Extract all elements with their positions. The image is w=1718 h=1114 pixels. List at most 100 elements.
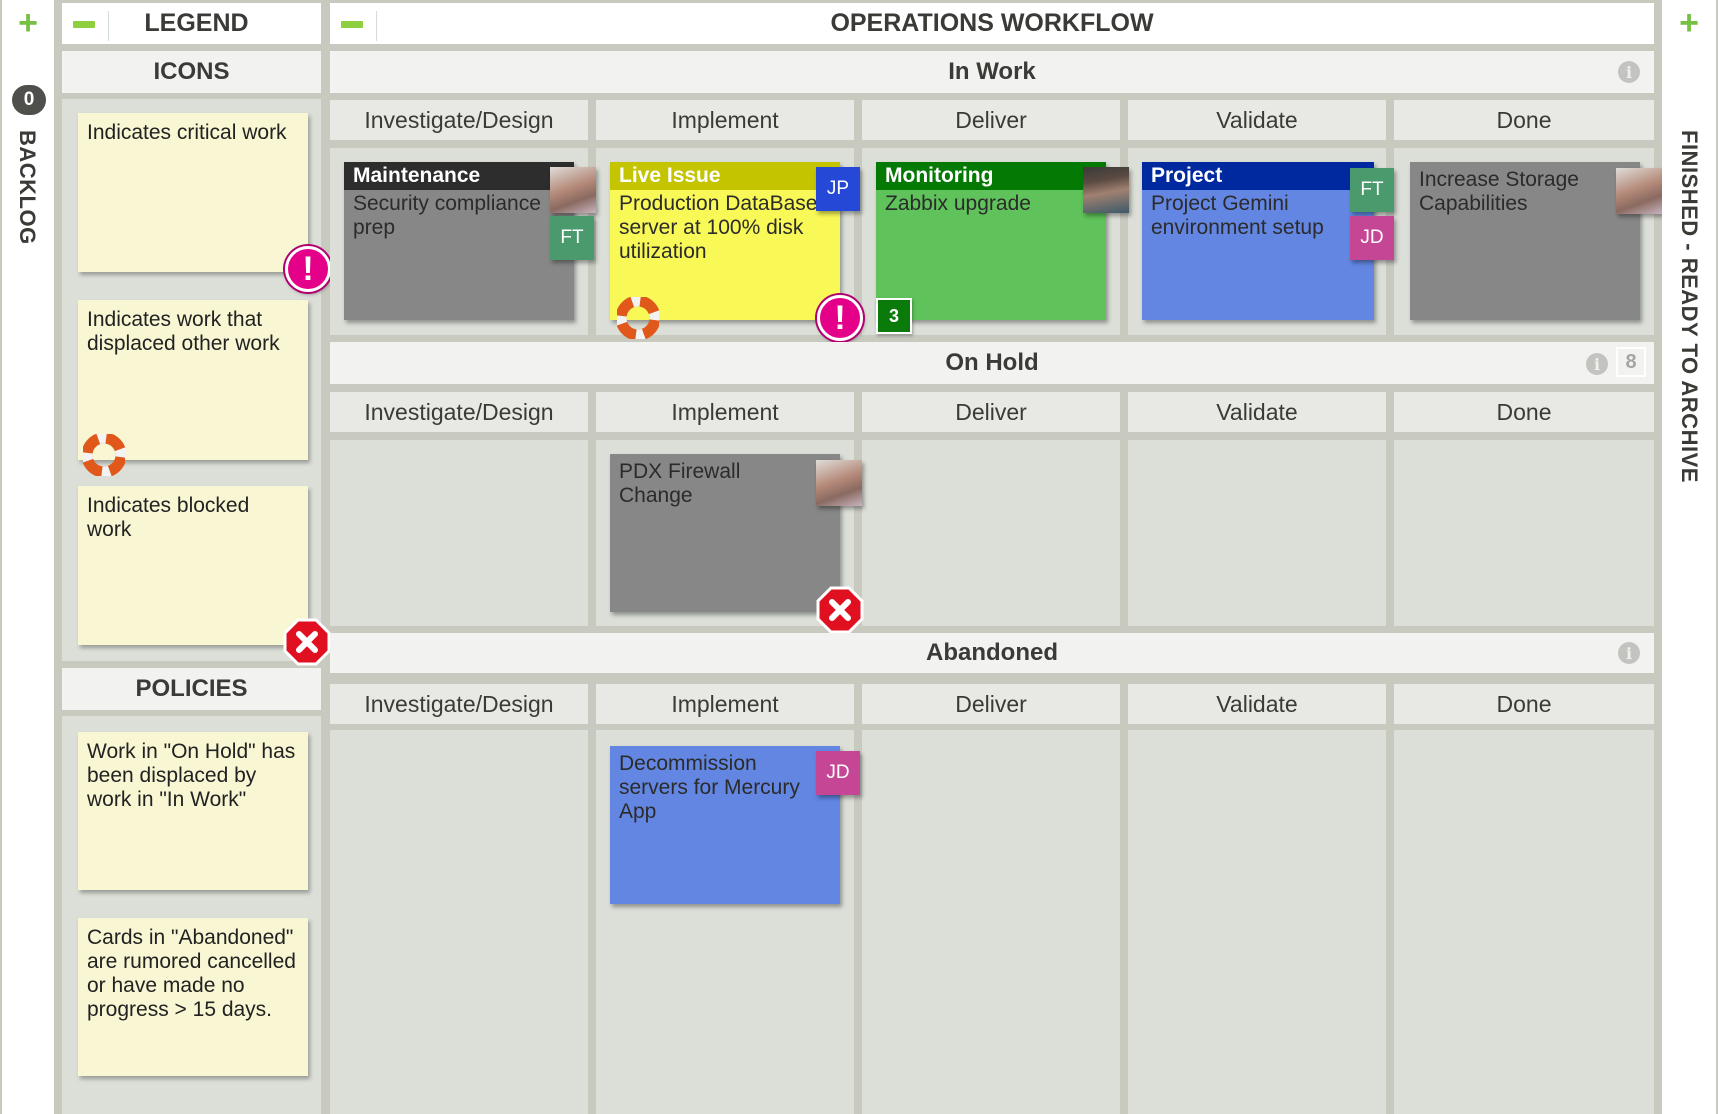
divider: [108, 11, 109, 41]
info-icon[interactable]: i: [1618, 61, 1640, 83]
card-increase-storage[interactable]: Increase Storage Capabilities: [1410, 162, 1640, 320]
column-title: Implement: [671, 690, 779, 717]
lane-header-in-work[interactable]: In Work i: [330, 51, 1654, 93]
column-title: Deliver: [955, 106, 1027, 133]
lane-header-on-hold[interactable]: On Hold i 8: [330, 342, 1654, 384]
column-header-investigate[interactable]: Investigate/Design: [330, 100, 588, 140]
policy-text: Cards in "Abandoned" are rumored cancell…: [87, 926, 296, 1021]
policy-note-on-hold[interactable]: Work in "On Hold" has been displaced by …: [78, 732, 308, 890]
assignee-badge-jd[interactable]: JD: [816, 751, 860, 795]
column-title: Done: [1496, 106, 1552, 133]
wip-limit-badge: 8: [1616, 347, 1646, 377]
column-title: Implement: [671, 106, 779, 133]
legend-note-text: Indicates blocked work: [87, 494, 250, 541]
cell-abandoned-done[interactable]: [1394, 730, 1654, 1114]
add-backlog-icon[interactable]: +: [2, 6, 54, 40]
legend-note-critical[interactable]: Indicates critical work: [78, 113, 308, 272]
column-header-investigate[interactable]: Investigate/Design: [330, 392, 588, 432]
card-title: Production DataBase server at 100% disk …: [619, 192, 818, 263]
card-monitoring[interactable]: Monitoring Zabbix upgrade: [876, 162, 1106, 320]
backlog-label: BACKLOG: [15, 130, 40, 245]
backlog-lane[interactable]: + 0 BACKLOG: [2, 0, 54, 1114]
column-title: Investigate/Design: [364, 106, 554, 133]
blocked-icon: [283, 618, 331, 666]
avatar[interactable]: [1083, 167, 1129, 213]
backlog-count-badge: 0: [12, 85, 46, 115]
column-header-implement[interactable]: Implement: [596, 100, 854, 140]
cell-onhold-investigate[interactable]: [330, 440, 588, 626]
info-icon[interactable]: i: [1618, 642, 1640, 664]
column-title: Deliver: [955, 690, 1027, 717]
add-finished-icon[interactable]: +: [1662, 6, 1716, 40]
column-header-deliver[interactable]: Deliver: [862, 684, 1120, 724]
column-header-validate[interactable]: Validate: [1128, 100, 1386, 140]
card-count-badge: 3: [876, 298, 912, 334]
critical-icon: !: [285, 246, 331, 292]
assignee-badge-ft[interactable]: FT: [550, 216, 594, 260]
cell-onhold-done[interactable]: [1394, 440, 1654, 626]
column-header-implement[interactable]: Implement: [596, 684, 854, 724]
divider: [376, 11, 377, 41]
assignee-initials: JP: [826, 178, 850, 199]
card-title: Decommission servers for Mercury App: [619, 752, 800, 823]
cell-onhold-deliver[interactable]: [862, 440, 1120, 626]
cell-abandoned-validate[interactable]: [1128, 730, 1386, 1114]
column-header-deliver[interactable]: Deliver: [862, 100, 1120, 140]
card-type-label: Monitoring: [876, 162, 1106, 190]
policies-section-header: POLICIES: [62, 668, 321, 710]
collapse-board-icon[interactable]: [341, 21, 363, 28]
column-title: Investigate/Design: [364, 690, 554, 717]
cell-abandoned-deliver[interactable]: [862, 730, 1120, 1114]
lane-header-abandoned[interactable]: Abandoned i: [330, 633, 1654, 673]
icons-section-header: ICONS: [62, 51, 321, 93]
policies-title: POLICIES: [135, 675, 248, 702]
blocked-icon: [816, 586, 864, 634]
lane-title: On Hold: [945, 349, 1039, 376]
critical-icon: !: [817, 295, 863, 341]
assignee-badge-jd[interactable]: JD: [1350, 216, 1394, 260]
assignee-badge-ft[interactable]: FT: [1350, 168, 1394, 212]
column-title: Validate: [1216, 106, 1298, 133]
policy-text: Work in "On Hold" has been displaced by …: [87, 740, 296, 811]
column-title: Implement: [671, 398, 779, 425]
finished-label: FINISHED - READY TO ARCHIVE: [1677, 130, 1702, 483]
column-header-investigate[interactable]: Investigate/Design: [330, 684, 588, 724]
card-title: Project Gemini environment setup: [1151, 192, 1324, 239]
policy-note-abandoned[interactable]: Cards in "Abandoned" are rumored cancell…: [78, 918, 308, 1076]
assignee-initials: FT: [560, 227, 584, 248]
column-header-validate[interactable]: Validate: [1128, 392, 1386, 432]
column-header-implement[interactable]: Implement: [596, 392, 854, 432]
collapse-legend-icon[interactable]: [73, 21, 95, 28]
column-header-done[interactable]: Done: [1394, 684, 1654, 724]
column-header-done[interactable]: Done: [1394, 100, 1654, 140]
card-decommission[interactable]: Decommission servers for Mercury App: [610, 746, 840, 904]
column-title: Validate: [1216, 398, 1298, 425]
legend-note-text: Indicates critical work: [87, 121, 287, 144]
card-project[interactable]: Project Project Gemini environment setup: [1142, 162, 1374, 320]
legend-title: LEGEND: [144, 9, 249, 37]
avatar[interactable]: [1616, 168, 1662, 214]
assignee-badge-jp[interactable]: JP: [816, 167, 860, 211]
card-pdx-firewall[interactable]: PDX Firewall Change: [610, 454, 840, 612]
column-title: Done: [1496, 398, 1552, 425]
avatar[interactable]: [550, 167, 596, 213]
legend-title-bar: LEGEND: [62, 3, 321, 44]
lifebuoy-icon: [83, 434, 125, 476]
lifebuoy-icon: [617, 297, 659, 339]
cell-onhold-validate[interactable]: [1128, 440, 1386, 626]
cell-abandoned-investigate[interactable]: [330, 730, 588, 1114]
column-header-validate[interactable]: Validate: [1128, 684, 1386, 724]
legend-note-blocked[interactable]: Indicates blocked work: [78, 486, 308, 645]
column-title: Done: [1496, 690, 1552, 717]
legend-note-text: Indicates work that displaced other work: [87, 308, 280, 355]
finished-lane[interactable]: + FINISHED - READY TO ARCHIVE: [1662, 0, 1716, 1114]
icons-title: ICONS: [153, 58, 230, 85]
column-header-deliver[interactable]: Deliver: [862, 392, 1120, 432]
assignee-initials: JD: [1360, 227, 1384, 248]
info-icon[interactable]: i: [1586, 353, 1608, 375]
card-maintenance[interactable]: Maintenance Security compliance prep: [344, 162, 574, 320]
avatar[interactable]: [816, 460, 862, 506]
column-header-done[interactable]: Done: [1394, 392, 1654, 432]
card-title: Security compliance prep: [353, 192, 541, 239]
lane-title: Abandoned: [926, 639, 1058, 666]
